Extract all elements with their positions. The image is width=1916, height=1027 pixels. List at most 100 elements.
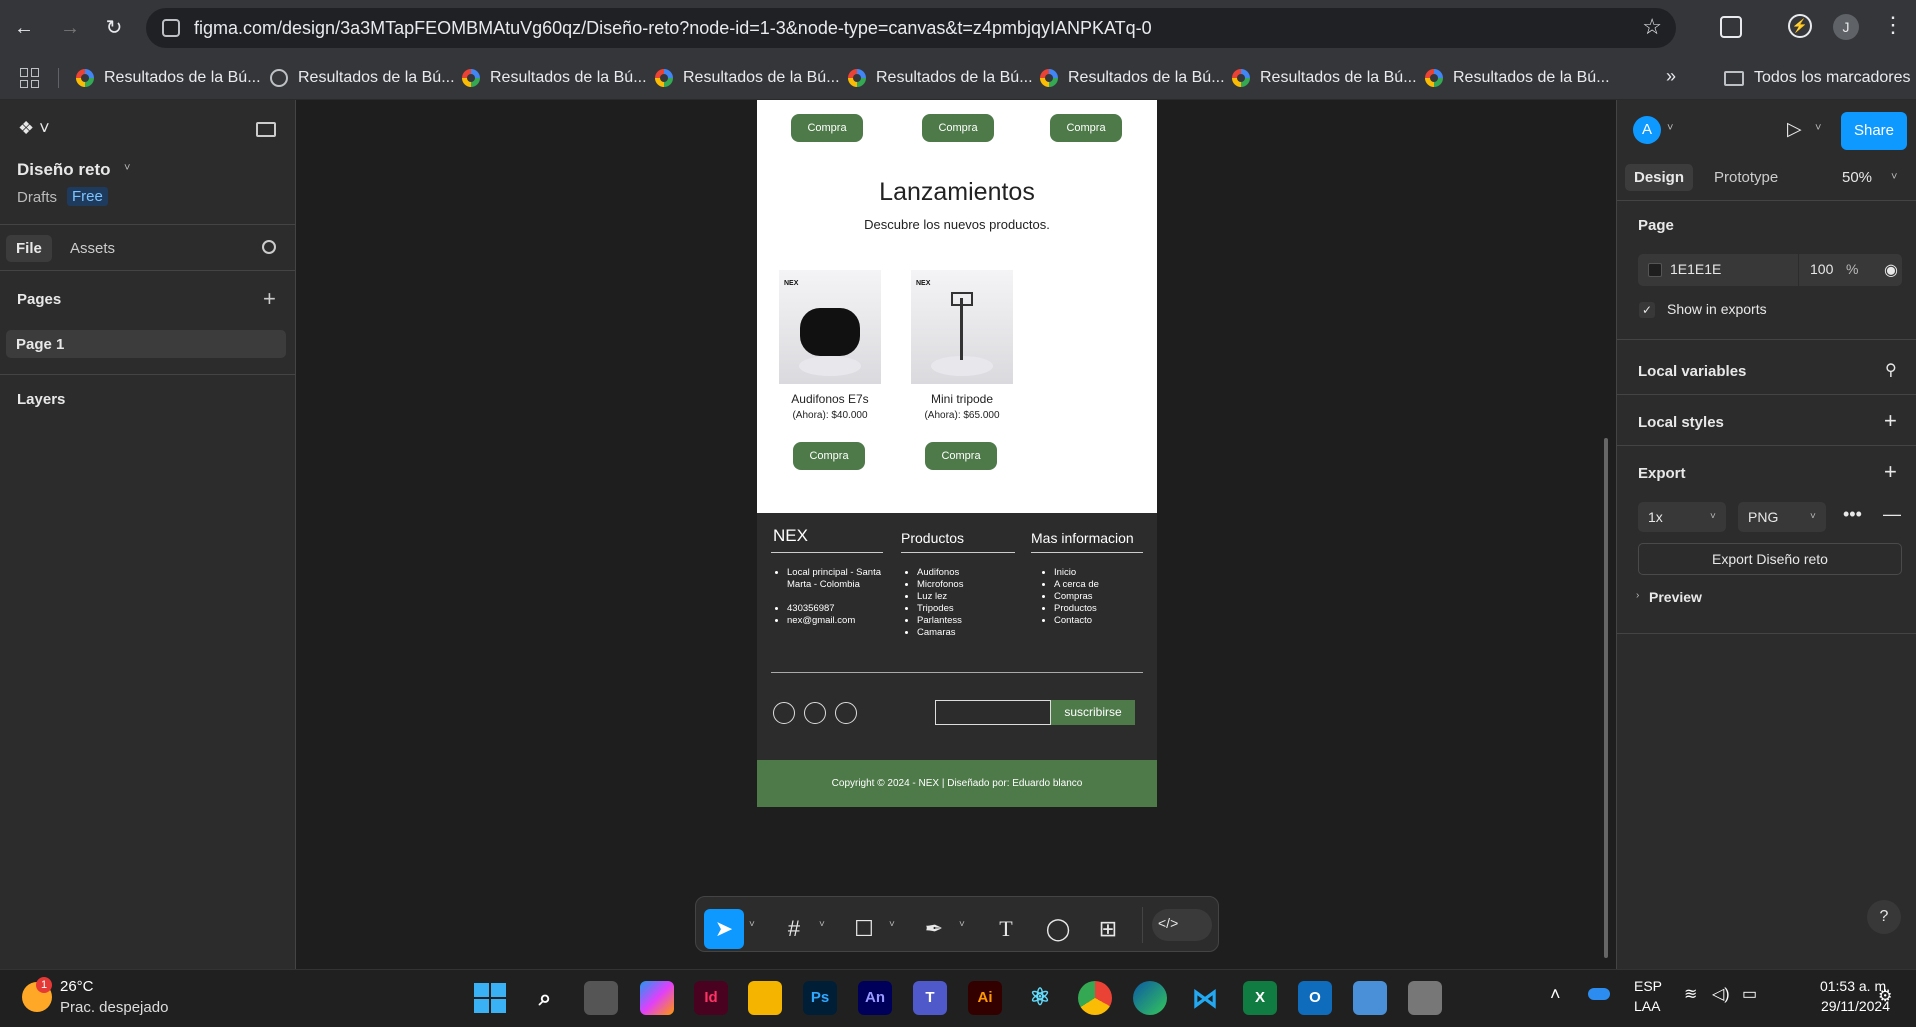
more-bookmarks-icon[interactable]: » [1666,66,1676,87]
figma-logo-icon[interactable]: ❖ ˅ [18,118,50,139]
photoshop-icon[interactable]: Ps [803,981,837,1015]
footer-link[interactable]: Parlantess [917,615,963,627]
tab-assets[interactable]: Assets [70,240,115,257]
bookmark-item[interactable]: Resultados de la Bú... [1232,66,1417,90]
social-icon[interactable] [804,702,826,724]
export-scale-select[interactable]: 1x ˅ [1638,502,1726,532]
page-list-item[interactable]: Page 1 [6,330,286,358]
extensions-icon[interactable] [1720,16,1742,38]
social-icon[interactable] [835,702,857,724]
animate-icon[interactable]: An [858,981,892,1015]
design-frame[interactable]: Compra Compra Compra Lanzamientos Descub… [757,100,1157,807]
bookmark-item[interactable]: Resultados de la Bú... [270,66,455,90]
clock-date[interactable]: 29/11/2024 [1790,998,1890,1014]
onedrive-icon[interactable] [1588,988,1610,1000]
lang-primary[interactable]: ESP [1634,978,1662,994]
footer-link[interactable]: Audifonos [917,567,963,579]
add-page-icon[interactable]: + [263,286,276,312]
chevron-right-icon[interactable]: › [1636,590,1639,601]
react-icon[interactable]: ⚛ [1023,981,1057,1015]
email-field[interactable] [935,700,1051,725]
local-variables-heading[interactable]: Local variables [1638,363,1746,380]
export-button[interactable]: Export Diseño reto [1638,543,1902,575]
edge-icon[interactable] [1133,981,1167,1015]
file-explorer-icon[interactable] [748,981,782,1015]
present-play-icon[interactable]: ▷ [1787,118,1802,141]
chevron-down-icon[interactable]: ˅ [959,919,965,930]
snipping-tool-icon[interactable] [1408,981,1442,1015]
bookmark-item[interactable]: Resultados de la Bú... [1425,66,1610,90]
lang-secondary[interactable]: LAA [1634,998,1660,1014]
buy-button[interactable]: Compra [791,114,863,142]
footer-link[interactable]: Contacto [1054,615,1099,627]
wifi-icon[interactable]: ≋ [1684,984,1697,1004]
move-tool-icon[interactable]: ➤ [704,909,744,949]
bookmark-item[interactable]: Resultados de la Bú... [1040,66,1225,90]
buy-button[interactable]: Compra [922,114,994,142]
chevron-down-icon[interactable]: ˅ [889,919,895,930]
remove-export-icon[interactable]: — [1883,504,1901,525]
show-in-exports-checkbox[interactable]: ✓ [1639,302,1655,318]
footer-link[interactable]: A cerca de [1054,579,1099,591]
search-icon[interactable]: ⌕ [528,981,562,1015]
zoom-level[interactable]: 50% [1842,169,1872,186]
frame-tool-icon[interactable]: # [774,909,814,949]
bookmark-item[interactable]: Resultados de la Bú... [655,66,840,90]
tab-file[interactable]: File [6,235,52,262]
apps-grid-icon[interactable] [20,68,40,88]
footer-link[interactable]: Microfonos [917,579,963,591]
chrome-icon[interactable] [1078,981,1112,1015]
export-format-select[interactable]: PNG ˅ [1738,502,1826,532]
clock-time[interactable]: 01:53 a. m. [1790,978,1890,994]
chevron-down-icon[interactable]: ˅ [1667,122,1673,134]
dev-mode-toggle[interactable]: </> [1152,909,1212,941]
help-button[interactable]: ? [1867,900,1901,934]
export-settings-icon[interactable]: ••• [1843,504,1862,525]
address-bar[interactable]: figma.com/design/3a3MTapFEOMBMAtuVg60qz/… [146,8,1676,48]
social-icon[interactable] [773,702,795,724]
variables-icon[interactable]: ⚲ [1885,360,1897,380]
chevron-down-icon[interactable]: ˅ [749,919,755,930]
footer-link[interactable]: Tripodes [917,603,963,615]
drafts-label[interactable]: Drafts [17,189,57,206]
outlook-icon[interactable]: O [1298,981,1332,1015]
chevron-down-icon[interactable]: ˅ [819,919,825,930]
subscribe-button[interactable]: suscribirse [1051,700,1135,725]
rectangle-tool-icon[interactable]: ☐ [844,909,884,949]
indesign-icon[interactable]: Id [694,981,728,1015]
tab-prototype[interactable]: Prototype [1714,169,1778,186]
bookmark-item[interactable]: Resultados de la Bú... [848,66,1033,90]
color-swatch[interactable] [1648,263,1662,277]
footer-link[interactable]: Productos [1054,603,1099,615]
chevron-down-icon[interactable]: ˅ [1891,171,1897,183]
buy-button[interactable]: Compra [793,442,865,470]
page-opacity-value[interactable]: 100 [1810,261,1833,277]
excel-icon[interactable]: X [1243,981,1277,1015]
visibility-eye-icon[interactable]: ◉ [1884,260,1898,280]
teams-icon[interactable]: T [913,981,947,1015]
tab-design[interactable]: Design [1625,164,1694,191]
bookmark-star-icon[interactable]: ☆ [1642,14,1662,40]
toggle-sidebar-icon[interactable] [256,122,276,137]
buy-button[interactable]: Compra [925,442,997,470]
tray-chevron-up-icon[interactable]: ˄ [1550,984,1561,1005]
profile-avatar[interactable]: J [1833,14,1859,40]
weather-temp[interactable]: 26°C [60,978,94,995]
illustrator-icon[interactable]: Ai [968,981,1002,1015]
canvas-scrollbar[interactable] [1604,438,1608,958]
battery-icon[interactable]: ▭ [1742,984,1757,1004]
notepad-icon[interactable] [1353,981,1387,1015]
url-text[interactable]: figma.com/design/3a3MTapFEOMBMAtuVg60qz/… [194,18,1152,39]
user-avatar[interactable]: A [1633,116,1661,144]
chevron-down-icon[interactable]: ˅ [1815,122,1821,134]
footer-link[interactable]: Camaras [917,627,963,639]
page-fill-row[interactable]: 1E1E1E 100 % [1638,254,1902,286]
vscode-icon[interactable]: ⋈ [1188,981,1222,1015]
preview-toggle[interactable]: Preview [1649,589,1702,605]
bookmark-item[interactable]: Resultados de la Bú... [462,66,647,90]
back-icon[interactable]: ← [10,14,38,42]
site-info-icon[interactable] [162,19,180,37]
reload-icon[interactable]: ↻ [100,14,128,42]
buy-button[interactable]: Compra [1050,114,1122,142]
browser-menu-icon[interactable]: ⋮ [1882,12,1904,38]
